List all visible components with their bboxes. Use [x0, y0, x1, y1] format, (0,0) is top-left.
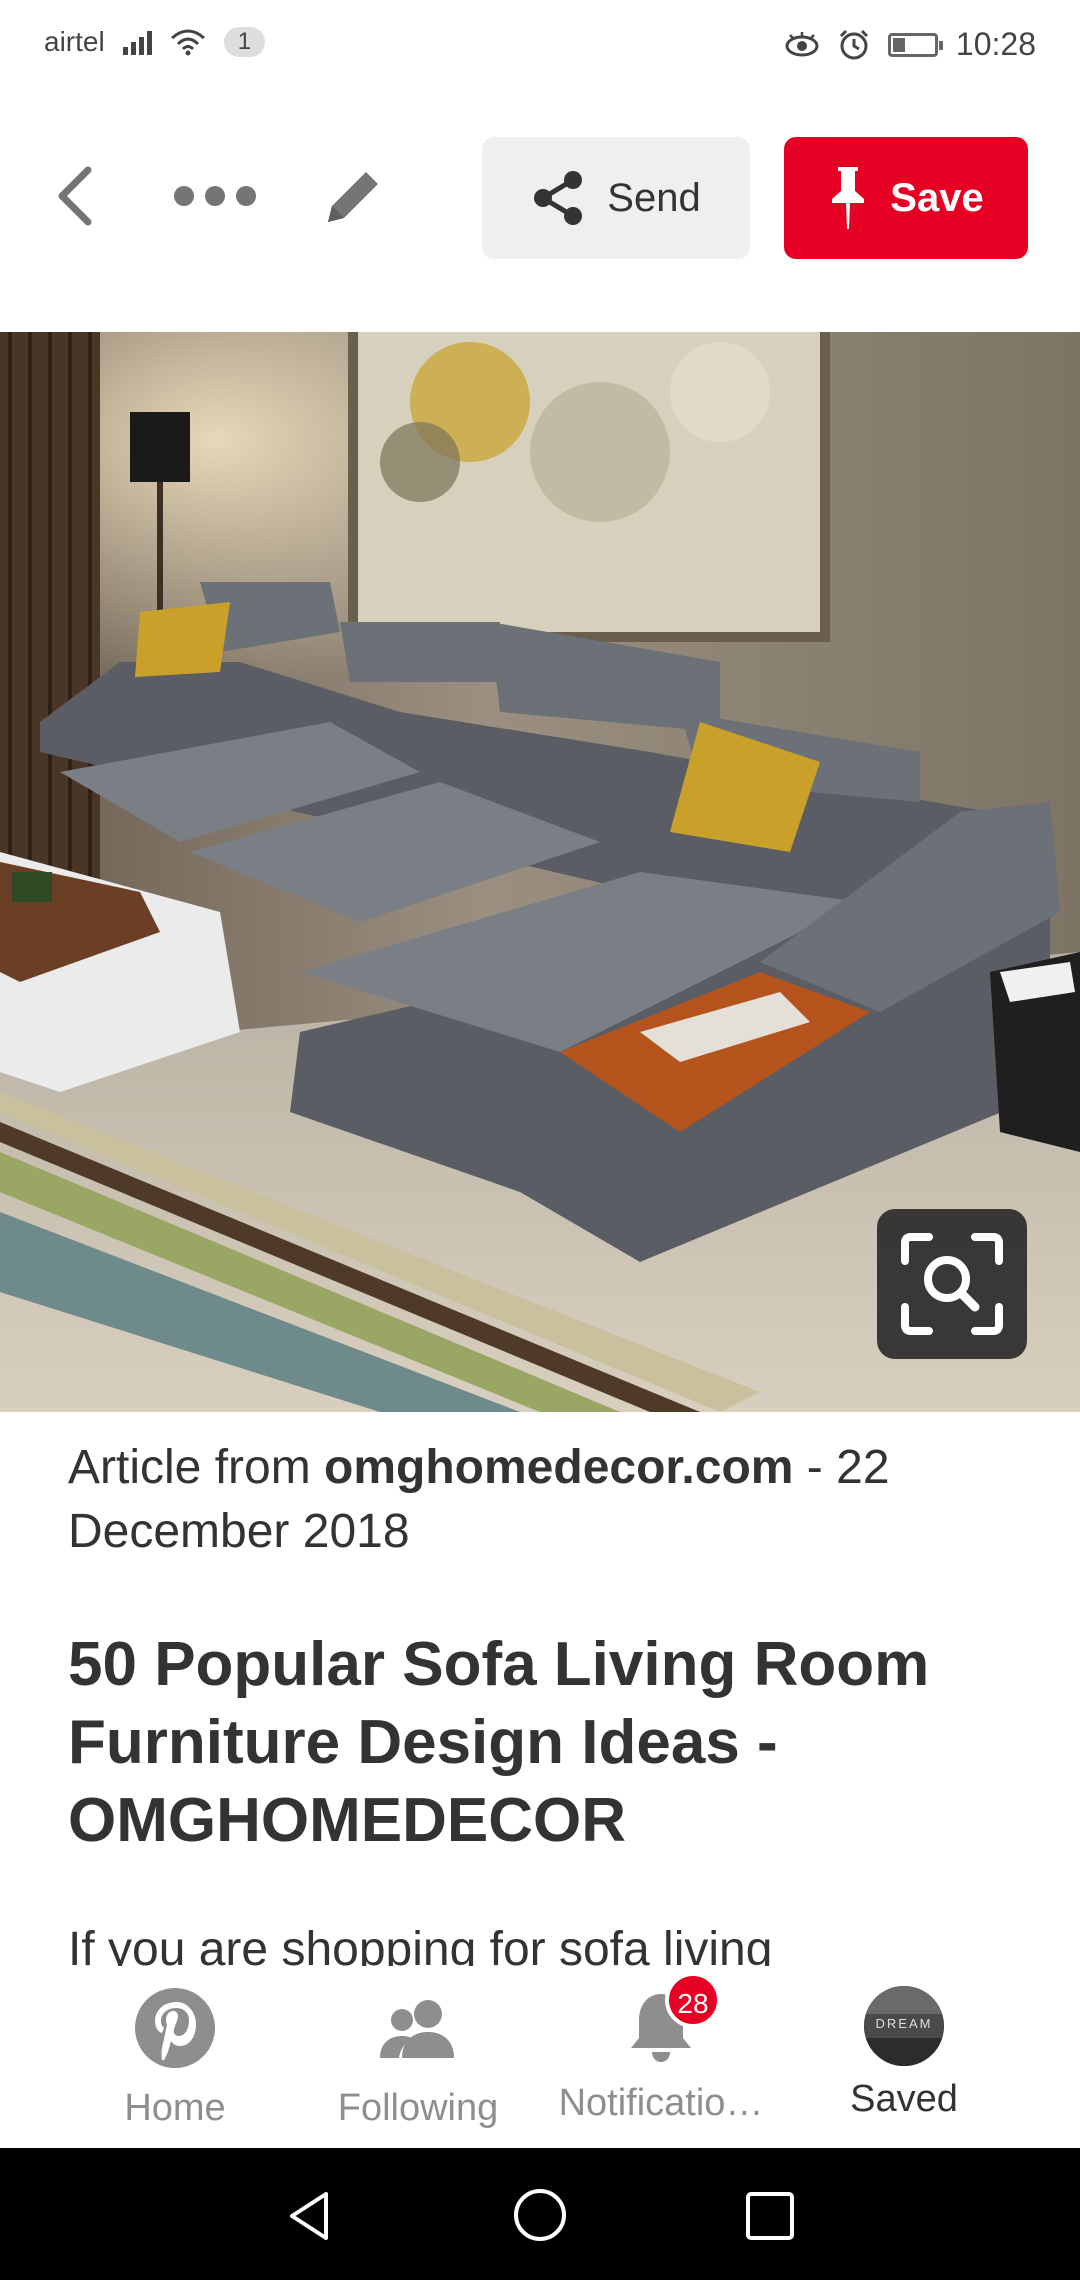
article-source: Article from omghomedecor.com - 22 Decem… — [68, 1436, 1008, 1564]
send-button[interactable]: Send — [482, 137, 750, 259]
save-label: Save — [890, 175, 984, 220]
avatar-icon: DREAM — [864, 1986, 944, 2066]
back-icon[interactable] — [52, 164, 96, 228]
article-title[interactable]: 50 Popular Sofa Living Room Furniture De… — [68, 1626, 1028, 1860]
clock: 10:28 — [955, 26, 1036, 62]
pin-icon — [832, 167, 865, 229]
nav-following[interactable]: Following — [298, 1986, 538, 2130]
sim-badge: 1 — [223, 27, 266, 57]
bottom-nav: Home Following 28 Notificatio… DREAM Sav… — [0, 1966, 1080, 2146]
notification-count-badge: 28 — [665, 1972, 721, 2028]
save-button[interactable]: Save — [784, 137, 1028, 259]
carrier-label: airtel — [44, 26, 105, 57]
visual-search-button[interactable] — [877, 1209, 1027, 1359]
system-nav-bar — [0, 2148, 1080, 2280]
edit-icon[interactable] — [322, 164, 386, 228]
people-icon — [380, 2000, 454, 2058]
eye-icon — [785, 31, 819, 56]
article-description: If you are shopping for sofa living — [68, 1918, 1028, 1966]
pinterest-icon — [135, 1988, 215, 2068]
alarm-icon — [839, 29, 868, 59]
more-options-icon[interactable] — [172, 184, 258, 208]
home-nav-icon[interactable] — [511, 2186, 569, 2244]
nav-home-label: Home — [124, 2087, 226, 2129]
nav-home[interactable]: Home — [55, 1986, 295, 2130]
signal-icon — [122, 29, 152, 55]
status-bar: airtel 1 10:28 — [0, 0, 1080, 90]
send-label: Send — [607, 175, 701, 220]
battery-icon — [887, 32, 943, 57]
nav-saved-label: Saved — [850, 2078, 958, 2120]
recents-nav-icon[interactable] — [742, 2188, 798, 2244]
share-icon — [534, 171, 583, 225]
status-left: airtel 1 — [44, 26, 266, 58]
nav-following-label: Following — [337, 2087, 499, 2129]
nav-notifications-label: Notificatio… — [558, 2082, 764, 2124]
nav-saved[interactable]: DREAM Saved — [784, 1986, 1024, 2121]
description-text: If you are shopping for sofa living — [68, 1923, 773, 1966]
back-nav-icon[interactable] — [282, 2188, 338, 2244]
wifi-icon — [170, 29, 205, 56]
source-link[interactable]: omghomedecor.com — [324, 1441, 793, 1494]
lens-search-icon — [901, 1233, 1003, 1335]
avatar-text: DREAM — [875, 2016, 933, 2031]
nav-notifications[interactable]: 28 Notificatio… — [541, 1972, 781, 2125]
status-right: 10:28 — [784, 26, 1036, 63]
article-prefix: Article from — [68, 1441, 325, 1494]
